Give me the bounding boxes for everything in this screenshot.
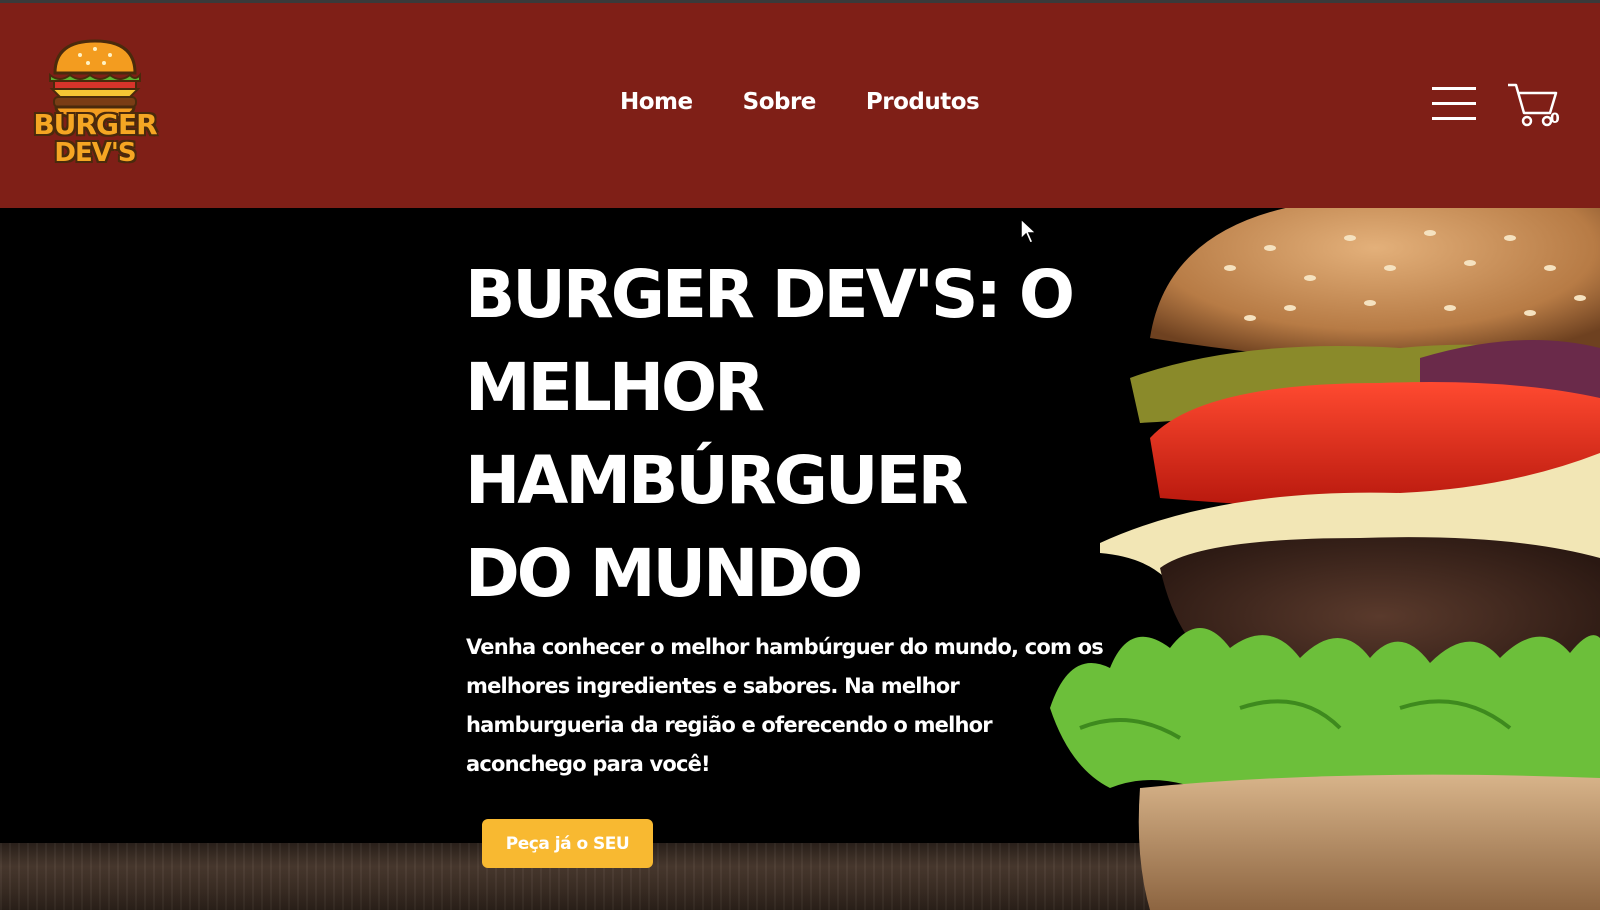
- cart-count-badge: 0: [1550, 111, 1560, 127]
- site-header: BURGER DEV'S Home Sobre Produtos 0: [0, 3, 1600, 208]
- hero-description: Venha conhecer o melhor hambúrguer do mu…: [466, 635, 1104, 776]
- hero-section: BURGER DEV'S: O MELHOR HAMBÚRGUER DO MUN…: [0, 208, 1600, 910]
- order-now-button[interactable]: Peça já o SEU: [482, 819, 653, 868]
- logo-line1: BURGER: [33, 108, 157, 141]
- burger-photo: [1050, 208, 1600, 910]
- nav-link-sobre[interactable]: Sobre: [743, 89, 817, 115]
- nav-link-home[interactable]: Home: [620, 89, 693, 115]
- burger-devs-logo[interactable]: BURGER DEV'S: [30, 33, 160, 173]
- hero-title: BURGER DEV'S: O MELHOR HAMBÚRGUER DO MUN…: [465, 256, 1075, 612]
- main-nav: Home Sobre Produtos: [620, 89, 980, 115]
- logo-wordmark: BURGER DEV'S: [30, 108, 160, 168]
- logo-line2: DEV'S: [54, 138, 136, 168]
- nav-link-produtos[interactable]: Produtos: [866, 89, 980, 115]
- mouse-cursor-icon: [1020, 218, 1038, 244]
- hamburger-menu-icon[interactable]: [1432, 87, 1476, 121]
- landing-page: BURGER DEV'S Home Sobre Produtos 0 BURGE…: [0, 0, 1600, 910]
